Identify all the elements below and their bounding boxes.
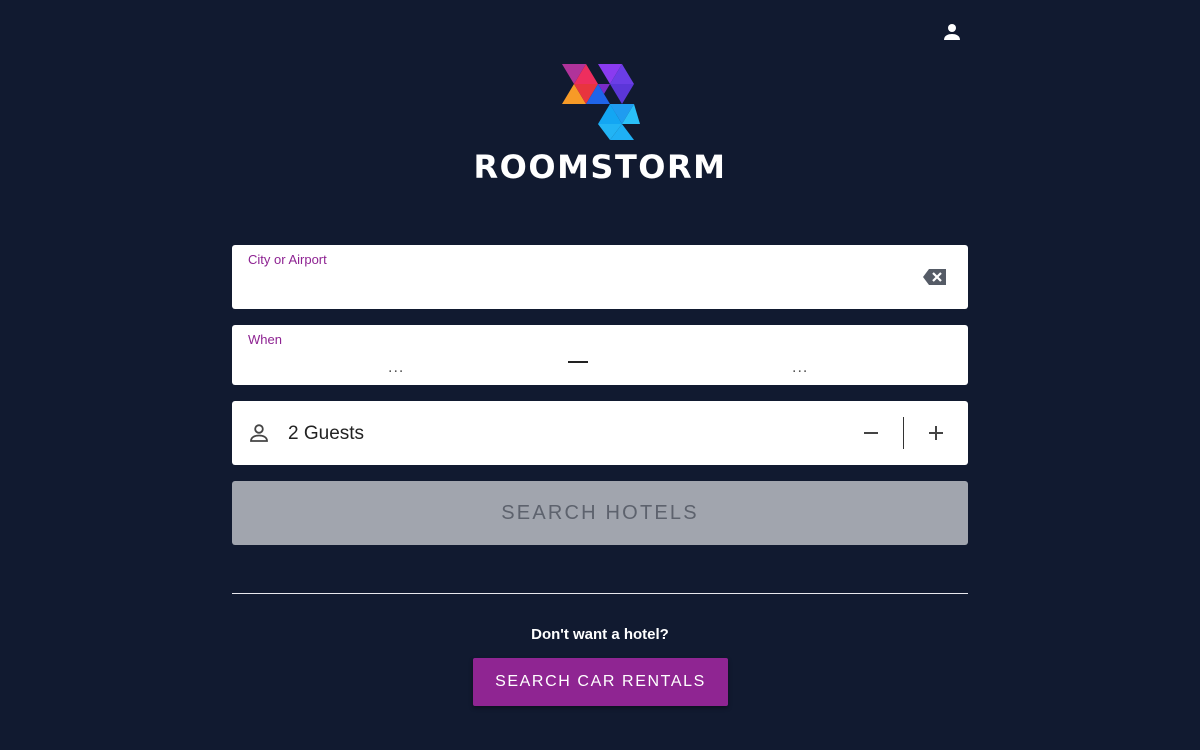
check-out-date[interactable]: ... <box>792 359 808 377</box>
plus-icon[interactable] <box>922 419 950 447</box>
person-outline-icon <box>250 424 268 442</box>
guests-field: 2 Guests <box>232 401 968 465</box>
search-car-rentals-button[interactable]: SEARCH CAR RENTALS <box>473 658 728 706</box>
brand-name: ROOMSTORM <box>473 148 727 186</box>
hotel-search-page: ROOMSTORM City or Airport When ... ... 2… <box>0 0 1200 750</box>
city-input[interactable] <box>248 273 912 301</box>
date-range-separator <box>568 361 588 363</box>
backspace-clear-icon[interactable] <box>922 267 948 287</box>
roomstorm-logo <box>562 64 640 140</box>
section-divider <box>232 593 968 594</box>
search-hotels-button[interactable]: SEARCH HOTELS <box>232 481 968 545</box>
check-in-date[interactable]: ... <box>388 359 404 377</box>
alternative-prompt: Don't want a hotel? <box>531 626 669 643</box>
guests-count-label: 2 Guests <box>288 423 365 444</box>
minus-icon[interactable] <box>857 419 885 447</box>
person-icon[interactable] <box>940 20 964 44</box>
when-label: When <box>248 332 282 347</box>
city-field[interactable]: City or Airport <box>232 245 968 309</box>
city-label: City or Airport <box>248 252 327 267</box>
stepper-divider <box>903 417 904 449</box>
when-field[interactable]: When ... ... <box>232 325 968 385</box>
